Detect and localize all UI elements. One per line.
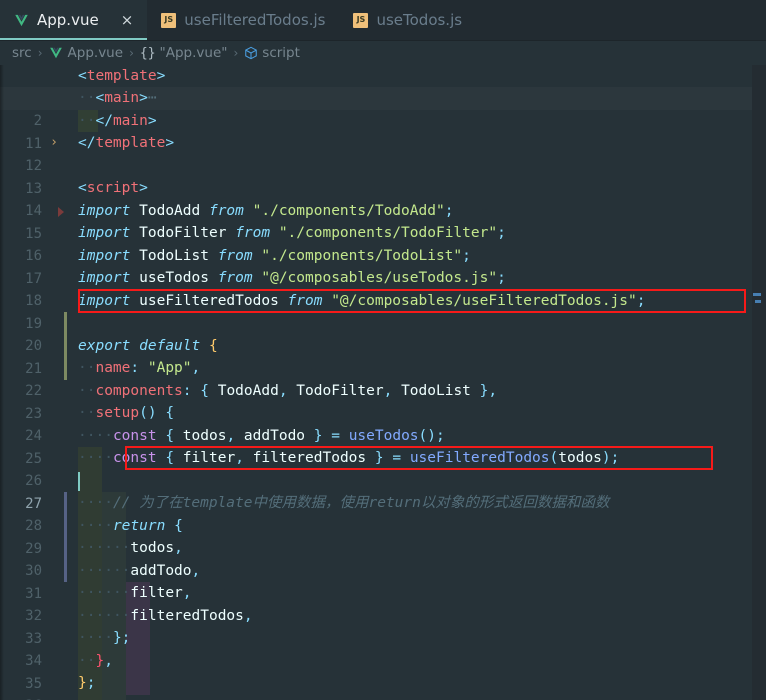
- breadcrumb-separator: ›: [37, 46, 43, 60]
- code-line[interactable]: 2 › ··<main>⋯: [0, 87, 766, 150]
- code-line[interactable]: 30 ······todos,: [0, 537, 766, 579]
- js-file-icon: JS: [353, 12, 369, 28]
- editor-left-shadow: [0, 65, 4, 700]
- overview-marker: [755, 300, 761, 303]
- code-editor[interactable]: 1 <template> 2 › ··<main>⋯ 11 ··</main> …: [0, 65, 766, 700]
- code-line[interactable]: 32 ······filter,: [0, 582, 766, 624]
- line-content: import TodoList from "./components/TodoL…: [78, 248, 471, 264]
- line-content: ······filter,: [78, 585, 192, 601]
- breadcrumb-item-app-vue-symbol[interactable]: {} "App.vue": [140, 45, 228, 61]
- code-line[interactable]: 1 <template>: [0, 65, 766, 107]
- line-content: ····};: [78, 630, 131, 646]
- code-line[interactable]: 27: [0, 470, 766, 512]
- vue-file-icon: [49, 46, 64, 61]
- line-content: import TodoAdd from "./components/TodoAd…: [78, 203, 454, 219]
- code-line[interactable]: 26 ····const { filter, filteredTodos } =…: [0, 447, 766, 489]
- line-content: import useFilteredTodos from "@/composab…: [78, 293, 646, 309]
- line-content: ······filteredTodos,: [78, 608, 253, 624]
- overview-marker: [753, 293, 761, 296]
- code-line[interactable]: 23 ··components: { TodoAdd, TodoFilter, …: [0, 380, 766, 422]
- line-content: <script>: [78, 180, 148, 196]
- line-number: 36: [0, 695, 42, 700]
- collapsed-region-marker-icon[interactable]: [58, 207, 64, 217]
- breadcrumb-item-src[interactable]: src: [12, 45, 32, 61]
- code-line[interactable]: 13: [0, 155, 766, 197]
- line-content: ····const { filter, filteredTodos } = us…: [78, 450, 620, 466]
- tab-app-vue[interactable]: App.vue ×: [0, 0, 148, 40]
- code-line[interactable]: 25 ····const { todos, addTodo } = useTod…: [0, 425, 766, 467]
- line-content: ··<main>⋯: [78, 90, 157, 106]
- vue-file-icon: [14, 13, 29, 28]
- code-line[interactable]: 28 ····// 为了在template中使用数据，使用return以对象的形…: [0, 492, 766, 534]
- code-line[interactable]: 35 ··},: [0, 650, 766, 692]
- breadcrumb-label: App.vue: [67, 45, 124, 61]
- tab-label: App.vue: [37, 10, 99, 29]
- line-content: ··setup() {: [78, 405, 175, 421]
- line-content: ····const { todos, addTodo } = useTodos(…: [78, 428, 445, 444]
- code-line[interactable]: 36 };: [0, 672, 766, 700]
- close-icon[interactable]: ×: [121, 12, 134, 28]
- line-content: export default {: [78, 338, 218, 354]
- breadcrumb-label: script: [262, 45, 300, 61]
- breadcrumb-label: "App.vue": [159, 45, 228, 61]
- line-content: };: [78, 675, 96, 691]
- overview-ruler[interactable]: [752, 65, 766, 700]
- breadcrumb-item-app-vue[interactable]: App.vue: [49, 45, 124, 61]
- breadcrumb-separator: ›: [129, 46, 134, 60]
- code-line[interactable]: 22 ··name: "App",: [0, 357, 766, 399]
- line-content: ··components: { TodoAdd, TodoFilter, Tod…: [78, 383, 498, 399]
- line-content: ··},: [78, 653, 113, 669]
- line-content: import useTodos from "@/composables/useT…: [78, 270, 506, 286]
- comment-text: // 为了在template中使用数据，使用return以对象的形式返回数据和函…: [112, 495, 610, 511]
- tab-label: useTodos.js: [376, 10, 463, 29]
- code-line[interactable]: 21 export default {: [0, 335, 766, 377]
- tab-usefilteredtodos-js[interactable]: JS useFilteredTodos.js: [147, 0, 339, 40]
- code-line[interactable]: 18 import useTodos from "@/composables/u…: [0, 267, 766, 309]
- breadcrumb: src › App.vue › {} "App.vue" › script: [0, 41, 766, 65]
- line-content: ··</main>: [78, 113, 157, 129]
- code-line[interactable]: 15 import TodoAdd from "./components/Tod…: [0, 200, 766, 242]
- code-line[interactable]: 29 ····return {: [0, 515, 766, 557]
- code-line[interactable]: 12 </template>: [0, 132, 766, 174]
- code-line[interactable]: 24 ··setup() {: [0, 402, 766, 444]
- tab-label: useFilteredTodos.js: [184, 10, 326, 29]
- code-line[interactable]: 14 <script>: [0, 177, 766, 219]
- js-file-icon: JS: [161, 12, 177, 28]
- breadcrumb-item-script[interactable]: script: [244, 45, 300, 61]
- line-content: ····// 为了在template中使用数据，使用return以对象的形式返回…: [78, 495, 610, 511]
- vscode-window: App.vue × JS useFilteredTodos.js JS useT…: [0, 0, 766, 700]
- code-line[interactable]: 16 import TodoFilter from "./components/…: [0, 222, 766, 264]
- code-line[interactable]: 34 ····};: [0, 627, 766, 669]
- line-content: ····return {: [78, 518, 183, 534]
- breadcrumb-label: src: [12, 45, 32, 61]
- editor-tab-bar: App.vue × JS useFilteredTodos.js JS useT…: [0, 0, 766, 41]
- line-content: <template>: [78, 68, 166, 84]
- text-cursor: [78, 472, 80, 491]
- line-content: import TodoFilter from "./components/Tod…: [78, 225, 506, 241]
- tab-usetodos-js[interactable]: JS useTodos.js: [339, 0, 476, 40]
- code-line[interactable]: 31 ······addTodo,: [0, 560, 766, 602]
- code-line[interactable]: 11 ··</main>: [0, 110, 766, 152]
- line-content: ··name: "App",: [78, 360, 201, 376]
- code-line[interactable]: 33 ······filteredTodos,: [0, 605, 766, 647]
- code-line[interactable]: 20: [0, 312, 766, 354]
- line-content: ······addTodo,: [78, 563, 201, 579]
- line-content: ······todos,: [78, 540, 183, 556]
- symbol-cube-icon: [244, 46, 258, 60]
- braces-icon: {}: [139, 45, 156, 61]
- code-line[interactable]: 19 import useFilteredTodos from "@/compo…: [0, 290, 766, 332]
- breadcrumb-separator: ›: [233, 46, 239, 60]
- line-content: </template>: [78, 135, 175, 151]
- code-line[interactable]: 17 import TodoList from "./components/To…: [0, 245, 766, 287]
